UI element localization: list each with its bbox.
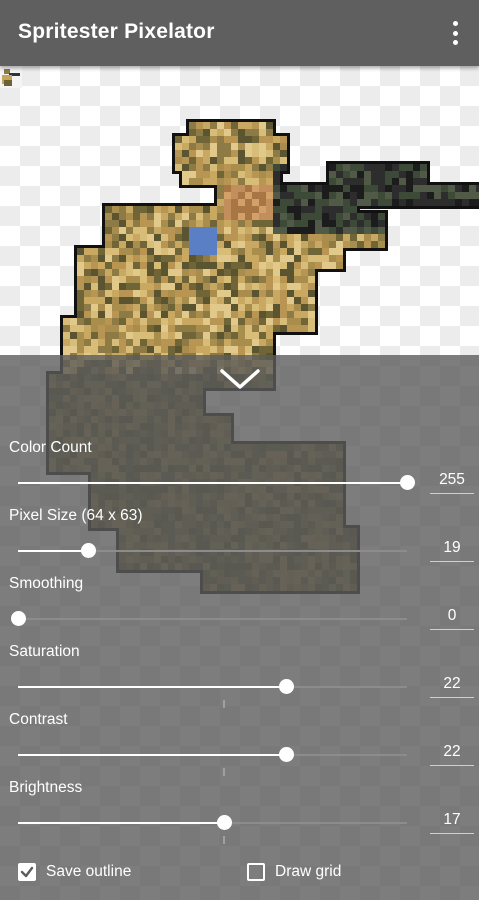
smoothing-slider-thumb[interactable] — [11, 611, 26, 626]
contrast-slider[interactable] — [18, 747, 407, 776]
brightness-label: Brightness — [9, 779, 83, 796]
color-count-slider-fill — [18, 482, 407, 484]
app-bar: Spritester Pixelator — [0, 0, 479, 66]
contrast-value-field[interactable]: 22 — [430, 739, 474, 766]
smoothing-slider[interactable] — [11, 611, 407, 626]
brightness-slider[interactable] — [18, 815, 407, 844]
pixel-size-slider-thumb[interactable] — [81, 543, 97, 558]
source-thumbnail[interactable] — [0, 66, 22, 88]
saturation-slider[interactable] — [18, 679, 407, 708]
brightness-slider-thumb[interactable] — [217, 815, 233, 830]
overflow-menu-icon[interactable] — [445, 18, 465, 48]
app-title: Spritester Pixelator — [18, 20, 215, 43]
draw-grid-label: Draw grid — [275, 863, 342, 880]
contrast-label: Contrast — [9, 711, 68, 728]
pixel-size-label: Pixel Size (64 x 63) — [9, 507, 143, 524]
color-count-value-field[interactable]: 255 — [430, 467, 474, 494]
contrast-center-tick — [223, 768, 226, 776]
pixel-size-slider[interactable] — [18, 543, 407, 558]
saturation-value-field[interactable]: 22 — [430, 671, 474, 698]
brightness-value-field[interactable]: 17 — [430, 807, 474, 834]
saturation-slider-fill — [18, 686, 287, 688]
color-count-slider-thumb[interactable] — [400, 475, 415, 490]
save-outline-checkbox[interactable]: Save outline — [18, 863, 131, 881]
pixel-size-value-field[interactable]: 19 — [430, 535, 474, 562]
checkbox-unchecked-icon[interactable] — [247, 863, 265, 881]
smoothing-label: Smoothing — [9, 575, 84, 592]
save-outline-label: Save outline — [46, 863, 132, 880]
brightness-slider-fill — [18, 822, 225, 824]
saturation-slider-thumb[interactable] — [279, 679, 295, 694]
contrast-slider-fill — [18, 754, 287, 756]
contrast-slider-thumb[interactable] — [279, 747, 295, 762]
settings-panel: Color Count 255 Pixel Size (64 x 63) 19 Smoo… — [0, 355, 479, 900]
chevron-down-icon[interactable] — [216, 363, 264, 393]
saturation-label: Saturation — [9, 643, 80, 660]
brightness-center-tick — [223, 836, 226, 844]
pixel-size-slider-fill — [18, 550, 89, 552]
checkbox-checked-icon[interactable] — [18, 863, 36, 881]
saturation-center-tick — [223, 700, 226, 708]
color-count-label: Color Count — [9, 439, 92, 456]
smoothing-value-field[interactable]: 0 — [430, 603, 474, 630]
color-count-slider[interactable] — [18, 475, 415, 490]
draw-grid-checkbox[interactable]: Draw grid — [247, 863, 341, 881]
